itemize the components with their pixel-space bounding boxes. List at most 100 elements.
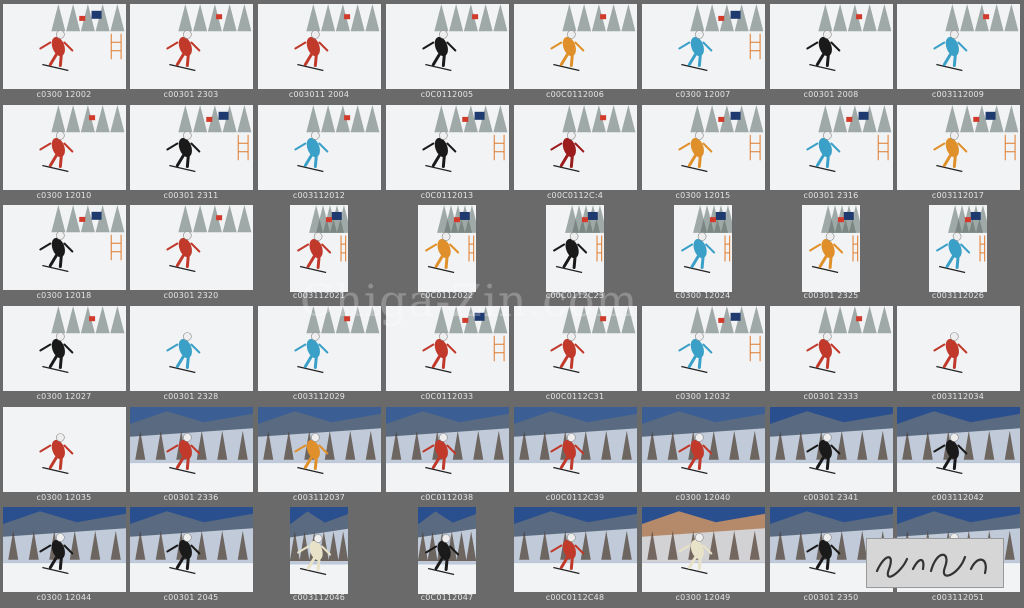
- thumbnail-cell[interactable]: c00301 2045: [127, 503, 255, 604]
- thumbnail-image[interactable]: [3, 507, 126, 592]
- thumbnail-cell[interactable]: c003112029: [255, 302, 383, 403]
- thumbnail-cell[interactable]: c0C0112038: [383, 403, 511, 504]
- thumbnail-cell[interactable]: c003112026: [894, 201, 1022, 302]
- thumbnail-image[interactable]: [418, 507, 476, 594]
- thumbnail-cell[interactable]: c00C0112C23: [511, 201, 639, 302]
- thumbnail-image[interactable]: [130, 507, 253, 592]
- thumbnail-cell[interactable]: c0300 12018: [0, 201, 128, 302]
- thumbnail-image[interactable]: [770, 407, 893, 492]
- thumbnail-image[interactable]: [674, 205, 732, 292]
- thumbnail-cell[interactable]: c003112009: [894, 0, 1022, 101]
- thumbnail-cell[interactable]: c00C0112006: [511, 0, 639, 101]
- photo-skier: [642, 105, 765, 190]
- thumbnail-image[interactable]: [642, 4, 765, 89]
- thumbnail-cell[interactable]: c0300 12049: [639, 503, 767, 604]
- thumbnail-image[interactable]: [770, 306, 893, 391]
- thumbnail-image[interactable]: [546, 205, 604, 292]
- thumbnail-image[interactable]: [897, 407, 1020, 492]
- thumbnail-image[interactable]: [258, 407, 381, 492]
- thumbnail-cell[interactable]: c0C0112013: [383, 101, 511, 202]
- thumbnail-image[interactable]: [3, 105, 126, 190]
- thumbnail-image[interactable]: [642, 306, 765, 391]
- thumbnail-cell[interactable]: c0300 12032: [639, 302, 767, 403]
- thumbnail-cell[interactable]: c00301 2341: [767, 403, 895, 504]
- thumbnail-image[interactable]: [514, 306, 637, 391]
- thumbnail-cell[interactable]: c003112021: [255, 201, 383, 302]
- thumbnail-cell[interactable]: c00301 2303: [127, 0, 255, 101]
- thumbnail-image[interactable]: [802, 205, 860, 292]
- thumbnail-image[interactable]: [642, 105, 765, 190]
- gate-flag: [973, 116, 980, 122]
- thumbnail-image[interactable]: [130, 306, 253, 391]
- thumbnail-cell[interactable]: c00C0112C48: [511, 503, 639, 604]
- thumbnail-image[interactable]: [514, 105, 637, 190]
- thumbnail-image[interactable]: [386, 407, 509, 492]
- thumbnail-cell[interactable]: c0300 12024: [639, 201, 767, 302]
- thumbnail-cell[interactable]: c003112034: [894, 302, 1022, 403]
- thumbnail-cell[interactable]: c0300 12040: [639, 403, 767, 504]
- thumbnail-cell[interactable]: c0300 12007: [639, 0, 767, 101]
- thumbnail-image[interactable]: [514, 4, 637, 89]
- thumbnail-image[interactable]: [897, 306, 1020, 391]
- thumbnail-image[interactable]: [770, 4, 893, 89]
- thumbnail-cell[interactable]: c0C0112022: [383, 201, 511, 302]
- thumbnail-cell[interactable]: c003112046: [255, 503, 383, 604]
- thumbnail-cell[interactable]: c0300 12044: [0, 503, 128, 604]
- thumbnail-image[interactable]: [929, 205, 987, 292]
- thumbnail-cell[interactable]: c00C0112C31: [511, 302, 639, 403]
- photo-skier: [514, 306, 637, 391]
- thumbnail-cell[interactable]: c00301 2333: [767, 302, 895, 403]
- thumbnail-image[interactable]: [897, 4, 1020, 89]
- thumbnail-image[interactable]: [130, 4, 253, 89]
- thumbnail-cell[interactable]: c0300 12015: [639, 101, 767, 202]
- banner: [587, 211, 598, 220]
- thumbnail-cell[interactable]: c00301 2325: [767, 201, 895, 302]
- thumbnail-image[interactable]: [642, 407, 765, 492]
- thumbnail-cell[interactable]: c00301 2328: [127, 302, 255, 403]
- thumbnail-image[interactable]: [386, 105, 509, 190]
- thumbnail-cell[interactable]: c0300 12035: [0, 403, 128, 504]
- thumbnail-image[interactable]: [290, 205, 348, 292]
- thumbnail-image[interactable]: [258, 306, 381, 391]
- thumbnail-image[interactable]: [130, 407, 253, 492]
- thumbnail-image[interactable]: [386, 306, 509, 391]
- thumbnail-image[interactable]: [514, 407, 637, 492]
- photo-skier: [642, 4, 765, 89]
- thumbnail-image[interactable]: [386, 4, 509, 89]
- thumbnail-image[interactable]: [130, 205, 253, 290]
- thumbnail-image[interactable]: [514, 507, 637, 592]
- thumbnail-cell[interactable]: c00301 2316: [767, 101, 895, 202]
- thumbnail-image[interactable]: [770, 105, 893, 190]
- thumbnail-cell[interactable]: c0300 12027: [0, 302, 128, 403]
- thumbnail-cell[interactable]: c003112012: [255, 101, 383, 202]
- thumbnail-image[interactable]: [3, 306, 126, 391]
- skier-helmet: [441, 232, 451, 241]
- thumbnail-cell[interactable]: c0C0112047: [383, 503, 511, 604]
- thumbnail-image[interactable]: [258, 105, 381, 190]
- thumbnail-cell[interactable]: c003112042: [894, 403, 1022, 504]
- thumbnail-image[interactable]: [130, 105, 253, 190]
- thumbnail-image[interactable]: [3, 4, 126, 89]
- thumbnail-cell[interactable]: c00301 2008: [767, 0, 895, 101]
- thumbnail-cell[interactable]: c0C0112005: [383, 0, 511, 101]
- thumbnail-image[interactable]: [290, 507, 348, 594]
- thumbnail-cell[interactable]: c0300 12002: [0, 0, 128, 101]
- thumbnail-cell[interactable]: c0C0112033: [383, 302, 511, 403]
- skier-helmet: [567, 433, 576, 442]
- thumbnail-cell[interactable]: c00301 2336: [127, 403, 255, 504]
- thumbnail-image[interactable]: [3, 205, 126, 290]
- thumbnail-caption: c00301 2316: [803, 191, 859, 200]
- thumbnail-cell[interactable]: c00C0112C39: [511, 403, 639, 504]
- thumbnail-cell[interactable]: c00301 2311: [127, 101, 255, 202]
- thumbnail-image[interactable]: [418, 205, 476, 292]
- thumbnail-cell[interactable]: c0300 12010: [0, 101, 128, 202]
- thumbnail-image[interactable]: [897, 105, 1020, 190]
- thumbnail-image[interactable]: [258, 4, 381, 89]
- thumbnail-cell[interactable]: c00301 2320: [127, 201, 255, 302]
- thumbnail-cell[interactable]: c003112037: [255, 403, 383, 504]
- thumbnail-cell[interactable]: c003112017: [894, 101, 1022, 202]
- thumbnail-cell[interactable]: c00C0112C:4: [511, 101, 639, 202]
- thumbnail-image[interactable]: [3, 407, 126, 492]
- thumbnail-image[interactable]: [642, 507, 765, 592]
- thumbnail-cell[interactable]: c003011 2004: [255, 0, 383, 101]
